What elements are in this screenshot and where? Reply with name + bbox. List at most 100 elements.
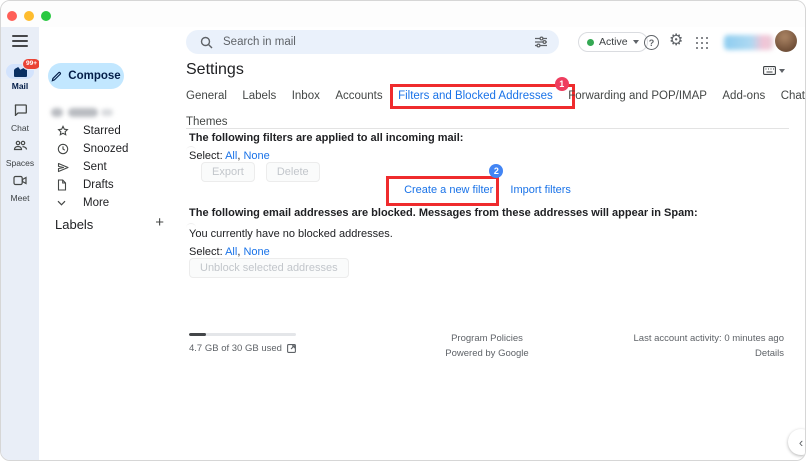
draft-icon (57, 179, 71, 191)
send-icon (57, 162, 71, 173)
sidebar-item-label: More (83, 197, 109, 209)
tab-add-ons[interactable]: Add-ons (722, 90, 765, 102)
redacted-icon (51, 108, 63, 117)
tab-general[interactable]: General (186, 90, 227, 102)
rail-chat-label: Chat (1, 123, 39, 133)
maximize-window-button[interactable] (41, 11, 51, 21)
topbar: Search in mail Active ? ⚙ (178, 27, 805, 59)
gmail-window: 99+ Mail Chat Spaces Meet (0, 0, 806, 461)
select-separator: , (237, 246, 240, 258)
gear-icon[interactable]: ⚙ (669, 32, 683, 48)
select-all-link[interactable]: All (225, 150, 237, 162)
unblock-selected-button[interactable]: Unblock selected addresses (189, 258, 349, 278)
rail-item-spaces[interactable]: Spaces (1, 138, 39, 168)
select-none-link[interactable]: None (243, 150, 269, 162)
apps-grid-icon[interactable] (696, 37, 708, 49)
tab-accounts[interactable]: Accounts (335, 90, 382, 102)
redacted-count (101, 109, 113, 116)
rail-spaces-label: Spaces (1, 158, 39, 168)
create-label-button[interactable]: + (155, 215, 164, 230)
main-menu-icon[interactable] (12, 35, 28, 47)
rail-item-meet[interactable]: Meet (1, 173, 39, 203)
chevron-down-icon (57, 200, 71, 206)
rail-meet-label: Meet (1, 193, 39, 203)
status-label: Active (599, 36, 628, 48)
redacted-label (68, 108, 98, 117)
sidebar-item-label: Sent (83, 161, 107, 173)
storage-text: 4.7 GB of 30 GB used (189, 343, 282, 354)
sidebar-item-drafts[interactable]: Drafts (39, 176, 178, 194)
app-rail: 99+ Mail Chat Spaces Meet (1, 27, 39, 460)
close-window-button[interactable] (7, 11, 17, 21)
search-input[interactable]: Search in mail (186, 30, 559, 54)
labels-heading: Labels (55, 217, 93, 232)
search-icon[interactable] (200, 36, 213, 49)
select-all-link[interactable]: All (225, 246, 237, 258)
macos-titlebar (1, 1, 805, 27)
sidebar-item-starred[interactable]: Starred (39, 122, 178, 140)
blocked-select-row: Select: All, None (189, 246, 270, 258)
tab-inbox[interactable]: Inbox (292, 90, 320, 102)
compose-label: Compose (68, 70, 120, 82)
minimize-window-button[interactable] (24, 11, 34, 21)
status-caret-icon (633, 40, 639, 44)
select-none-link[interactable]: None (243, 246, 269, 258)
external-link-icon[interactable] (287, 344, 296, 353)
tab-forwarding-pop-imap[interactable]: Forwarding and POP/IMAP (568, 90, 707, 102)
settings-tabs: General Labels Inbox Accounts Filters an… (186, 86, 806, 104)
tab-filters-and-blocked-addresses[interactable]: Filters and Blocked Addresses 1 (398, 90, 553, 102)
active-status-dot (587, 39, 594, 46)
sidebar-item-label: Drafts (83, 179, 114, 191)
divider (186, 128, 789, 129)
mail-sidebar: Compose Starred Snoozed Sent (39, 27, 178, 460)
filter-links-row: Create a new filter 2 Import filters (186, 184, 789, 196)
spaces-icon (13, 139, 28, 151)
import-filters-link[interactable]: Import filters (510, 184, 571, 196)
annotation-step-2-badge: 2 (489, 164, 503, 178)
footer-right: Last account activity: 0 minutes ago Det… (634, 332, 785, 361)
input-tools-button[interactable] (763, 66, 785, 75)
filters-section-heading: The following filters are applied to all… (189, 132, 789, 144)
sidebar-item-label: Snoozed (83, 143, 128, 155)
filters-select-row: Select: All, None (189, 150, 270, 162)
blocked-actions-row: Unblock selected addresses (189, 258, 357, 278)
tab-filters-label: Filters and Blocked Addresses (398, 90, 553, 102)
search-options-icon[interactable] (534, 35, 548, 49)
account-name-redacted (724, 35, 773, 50)
window-controls (7, 11, 51, 21)
select-label: Select: (189, 246, 223, 258)
inbox-row-redacted[interactable] (39, 104, 178, 121)
storage-meter[interactable] (189, 333, 296, 336)
compose-button[interactable]: Compose (48, 63, 124, 89)
blocked-empty-text: You currently have no blocked addresses. (189, 228, 393, 240)
rail-item-chat[interactable]: Chat (1, 103, 39, 133)
create-new-filter-link[interactable]: Create a new filter (404, 184, 493, 196)
help-icon[interactable]: ? (644, 35, 659, 50)
account-avatar[interactable] (775, 30, 797, 52)
delete-button[interactable]: Delete (266, 162, 320, 182)
meet-icon (13, 175, 27, 186)
select-separator: , (237, 150, 240, 162)
create-filter-wrap: Create a new filter 2 (404, 184, 493, 196)
mail-active-pill: 99+ (6, 64, 34, 79)
sidebar-item-snoozed[interactable]: Snoozed (39, 140, 178, 158)
chat-icon (14, 104, 27, 116)
last-activity-text: Last account activity: 0 minutes ago (634, 332, 785, 347)
clock-icon (57, 143, 71, 155)
settings-main: Settings General Labels Inbox Accounts F… (178, 59, 805, 460)
rail-item-mail[interactable]: 99+ Mail (1, 64, 39, 91)
filters-actions-row: Export Delete (201, 162, 328, 182)
sidebar-item-more[interactable]: More (39, 194, 178, 212)
sidebar-item-label: Starred (83, 125, 121, 137)
pencil-icon (51, 71, 62, 82)
tab-themes[interactable]: Themes (186, 116, 228, 128)
tab-chat-and-meet[interactable]: Chat and Meet (781, 90, 806, 102)
storage-meter-fill (189, 333, 206, 336)
keyboard-icon (763, 66, 776, 75)
details-link[interactable]: Details (634, 347, 785, 362)
annotation-step-1-badge: 1 (555, 77, 569, 91)
tab-labels[interactable]: Labels (242, 90, 276, 102)
export-button[interactable]: Export (201, 162, 255, 182)
status-selector[interactable]: Active (578, 32, 648, 52)
sidebar-item-sent[interactable]: Sent (39, 158, 178, 176)
